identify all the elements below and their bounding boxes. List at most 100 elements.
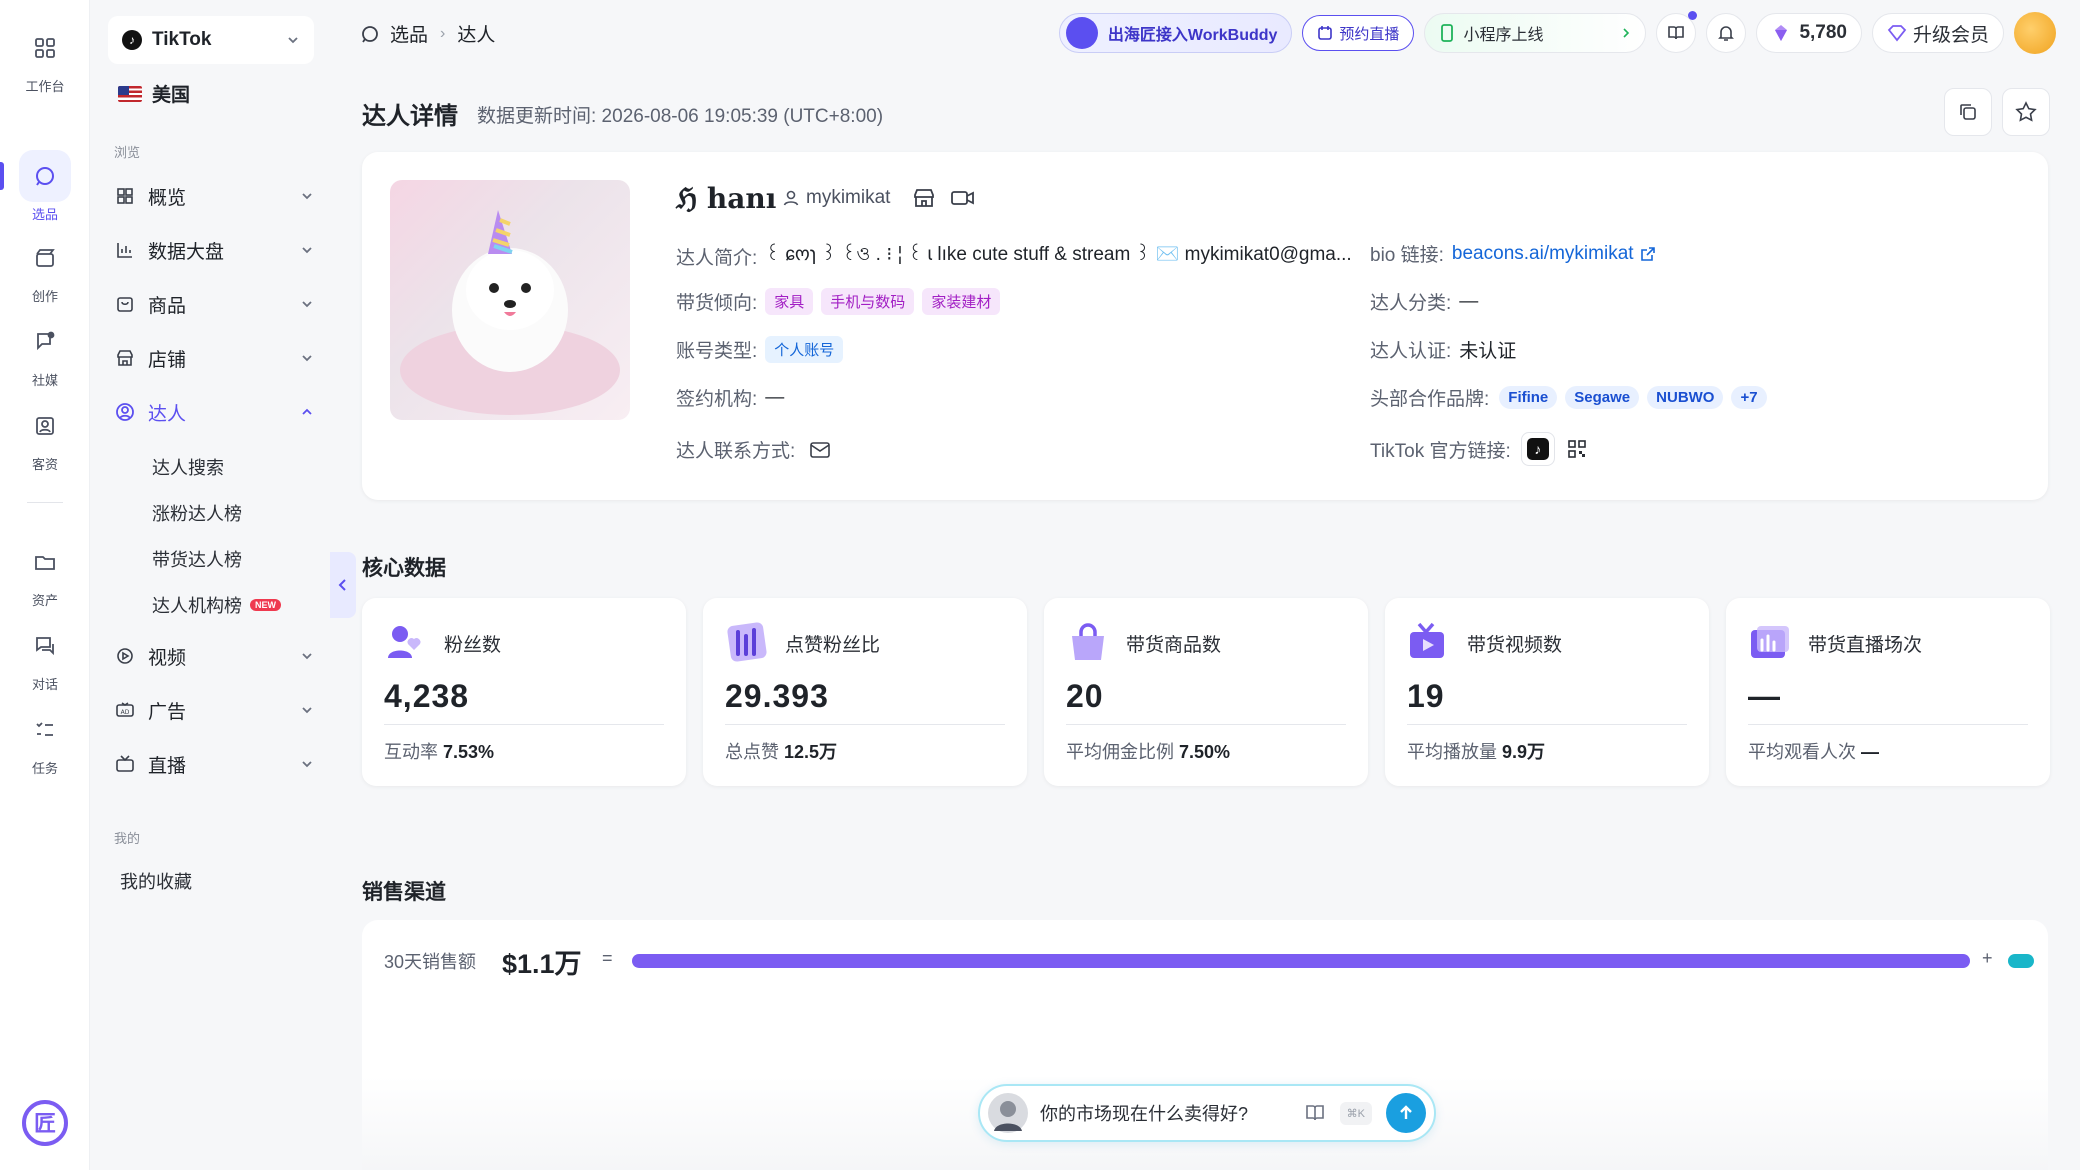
nav-item-products[interactable]: 商品 [114,284,314,324]
rail-item-workbench[interactable]: 工作台 [0,22,90,95]
rail-item-dialog[interactable]: 对话 [0,620,90,693]
country-select[interactable]: 美国 [118,80,190,107]
upgrade-vip-button[interactable]: 升级会员 [1871,13,2004,53]
nav-item-ads[interactable]: AD 广告 [114,690,314,730]
favorite-button[interactable] [2002,88,2050,136]
core-data-title: 核心数据 [362,557,446,580]
dialog-icon [19,620,71,672]
creator-class-value: — [1459,290,1479,312]
chart-icon [114,239,136,261]
points-balance[interactable]: 5,780 [1756,13,1862,53]
creator-class-label: 达人分类: [1370,293,1452,314]
brand-tag[interactable]: Segawe [1565,386,1640,409]
sales-value: $1.1万 [502,949,582,979]
sub-item-sales-rank[interactable]: 带货达人榜 [152,546,242,572]
rail-item-assets[interactable]: 资产 [0,536,90,609]
verify-label: 达人认证: [1370,341,1452,362]
followers-icon [388,626,421,658]
miniprogram-banner[interactable]: 小程序上线 [1424,13,1647,53]
sub-item-agency-rank[interactable]: 达人机构榜 NEW [152,592,281,618]
brands-row: 头部合作品牌: Fifine Segawe NUBWO +7 [1370,384,1775,411]
notifications-button[interactable] [1706,13,1747,53]
live-booking-button[interactable]: 预约直播 [1302,15,1415,51]
breadcrumb-root[interactable]: 选品 [390,20,428,47]
rail-item-social[interactable]: 社媒 [0,316,90,389]
rail-label: 客资 [31,457,58,472]
rail-item-tasks[interactable]: 任务 [0,704,90,777]
sub-item-fan-growth-rank[interactable]: 涨粉达人榜 [152,500,242,526]
chevron-left-icon [338,579,346,591]
send-button[interactable] [1386,1093,1426,1133]
agency-row: 签约机构: — [676,384,784,411]
brand-tag[interactable]: NUBWO [1647,386,1724,409]
docs-button[interactable] [1656,11,1698,53]
agency-value: — [765,386,785,408]
shopping-bag-icon [1072,623,1104,660]
user-avatar[interactable] [2014,12,2056,54]
sales-channel-title: 销售渠道 [362,881,446,904]
brand-more-tag[interactable]: +7 [1731,386,1767,409]
stat-label: 带货直播场次 [1808,635,1923,656]
nav-item-overview[interactable]: 概览 [114,176,314,216]
plus-sign: + [1982,948,1993,968]
bio-link[interactable]: beacons.ai/mykimikat [1452,243,1634,265]
contact-label: 达人联系方式: [676,441,796,462]
equalizer-icon [727,622,767,662]
us-flag-icon [118,85,142,102]
workbuddy-banner[interactable]: 出海匠接入WorkBuddy [1058,13,1293,53]
video-camera-icon[interactable] [950,187,976,209]
tiktok-link-button[interactable]: ♪ [1520,432,1555,466]
stat-footer-label: 平均佣金比例 [1066,742,1174,762]
stat-card-products: 带货商品数 20 平均佣金比例 7.50% [1044,598,1368,786]
stat-divider [1066,724,1346,725]
chevron-down-icon [302,653,312,660]
platform-select[interactable]: ♪ TikTok [108,16,314,64]
sales-bar-secondary[interactable] [2008,954,2034,968]
rail-label: 工作台 [25,79,65,94]
shop-icon[interactable] [912,186,936,210]
country-name: 美国 [152,85,191,106]
ai-ask-bar[interactable]: 你的市场现在什么卖得好? ⌘K [978,1084,1436,1142]
sales-bar-main[interactable] [632,954,1970,968]
ask-input[interactable]: 你的市场现在什么卖得好? [1040,1100,1304,1126]
breadcrumb-separator: › [440,24,446,42]
creator-icon [114,401,136,423]
nav-item-live[interactable]: 直播 [114,744,314,784]
brand-tag[interactable]: Fifine [1499,386,1558,409]
collapse-sidebar-button[interactable] [330,552,356,618]
stat-footer-label: 互动率 [384,742,438,762]
bio-label: 达人简介: [676,247,758,269]
chevron-right-icon [1623,28,1630,38]
task-list-icon [19,704,71,756]
rail-label: 资产 [31,593,58,608]
bio-text: ꒰ ɕოɿ ꒱ ꒰ও . ⁝ ¦ ꒰ ɩ lıke cute stuff & s… [765,244,1352,265]
book-icon[interactable] [1304,1103,1326,1123]
copy-icon [1960,104,1976,120]
bell-icon [1718,26,1735,41]
account-type-label: 账号类型: [676,341,758,362]
film-icon [19,232,71,284]
external-link-icon[interactable] [1640,246,1656,262]
nav-item-dashboard[interactable]: 数据大盘 [114,230,314,270]
calendar-icon [1318,26,1333,40]
grid-icon [19,22,71,74]
nav-item-creators[interactable]: 达人 [114,392,314,432]
mail-icon[interactable] [809,441,831,459]
nav-item-videos[interactable]: 视频 [114,636,314,676]
stat-label: 粉丝数 [444,635,502,656]
rail-item-leads[interactable]: 客资 [0,400,90,473]
book-icon [1668,26,1685,40]
nav-label: 数据大盘 [148,241,225,263]
rail-item-selection[interactable]: 选品 [0,150,90,223]
app-logo[interactable]: 匠 [20,1098,70,1148]
sub-item-creator-search[interactable]: 达人搜索 [152,454,224,480]
copy-button[interactable] [1944,88,1992,136]
stat-footer: 互动率 7.53% [384,738,494,764]
nav-item-shops[interactable]: 店铺 [114,338,314,378]
favorites-link[interactable]: 我的收藏 [120,868,192,894]
creator-username: mykimikat [806,187,891,208]
qr-code-icon[interactable] [1567,439,1587,459]
miniprogram-label: 小程序上线 [1463,27,1544,44]
stat-value: 20 [1066,678,1104,714]
rail-item-create[interactable]: 创作 [0,232,90,305]
